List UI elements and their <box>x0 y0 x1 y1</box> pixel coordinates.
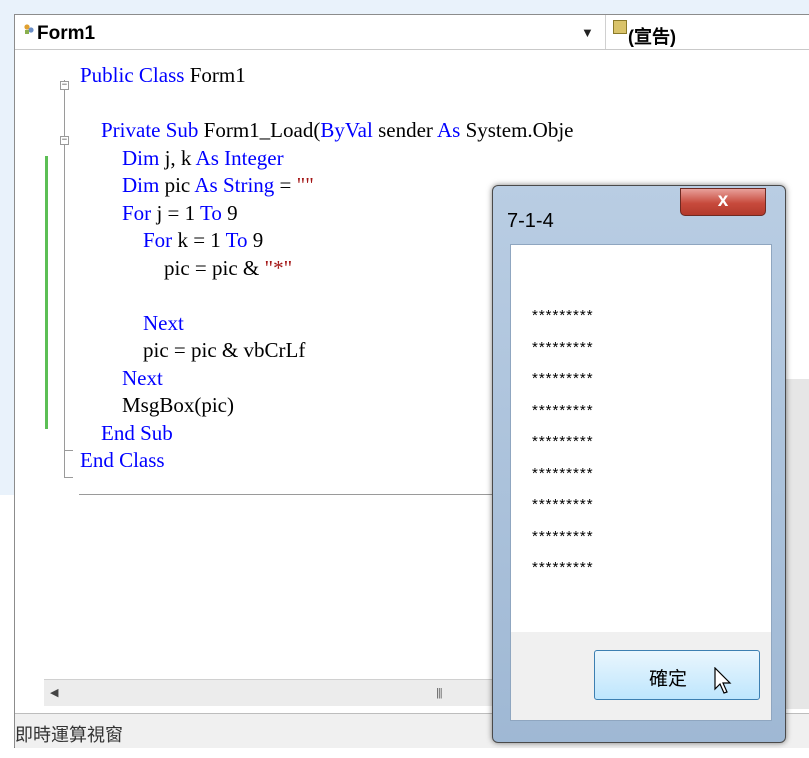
navigation-bar: Form1 ▼ (宣告) <box>15 15 809 50</box>
scroll-left-icon[interactable]: ◀ <box>50 686 58 699</box>
code-token: MsgBox(pic) <box>122 393 234 417</box>
code-line[interactable]: Next <box>80 310 184 338</box>
code-keyword: Next <box>122 365 163 390</box>
code-token: = <box>274 173 297 197</box>
declarations-icon <box>613 20 627 34</box>
code-line[interactable]: For j = 1 To 9 <box>80 200 238 228</box>
code-token: pic <box>159 173 195 197</box>
code-keyword: ByVal <box>320 118 373 142</box>
code-token: System.Obje <box>460 118 574 142</box>
ok-button-label: 確定 <box>649 669 688 690</box>
code-keyword: Integer <box>224 145 284 170</box>
message-box-dialog: 7-1-4 x ********* ********* ********* *****… <box>492 185 786 743</box>
code-token: j, k <box>159 145 196 170</box>
changed-lines-indicator <box>45 156 48 429</box>
code-token: 9 <box>247 228 264 252</box>
code-token: Form1_Load( <box>203 118 321 142</box>
message-line: ********* <box>532 433 594 450</box>
code-keyword: End <box>101 420 141 445</box>
code-keyword: Class <box>119 448 165 472</box>
code-token: j = 1 <box>151 200 200 225</box>
message-line: ********* <box>532 370 594 387</box>
code-keyword: For <box>122 200 152 225</box>
method-name-dropdown[interactable]: (宣告) <box>613 15 809 49</box>
message-line: ********* <box>532 338 594 356</box>
code-keyword: String <box>222 173 275 197</box>
code-line[interactable]: Dim pic As String = "" <box>80 172 314 200</box>
code-token: sender <box>372 118 437 142</box>
code-keyword: To <box>225 228 248 252</box>
horizontal-scrollbar[interactable]: ◀ ||| <box>44 679 494 706</box>
code-token: pic = pic & vbCrLf <box>143 338 306 362</box>
code-keyword: End <box>80 448 120 472</box>
code-token: pic = pic & <box>164 255 265 280</box>
code-line[interactable]: pic = pic & vbCrLf <box>80 337 305 365</box>
code-keyword: Next <box>143 310 184 335</box>
outline-end-sub <box>64 450 73 451</box>
scroll-thumb-grip-icon[interactable]: ||| <box>436 687 443 699</box>
mouse-cursor-icon <box>714 667 732 694</box>
immediate-window-title: 即時運算視窗 <box>15 725 123 745</box>
message-line: ********* <box>532 496 594 513</box>
chevron-down-icon[interactable]: ▼ <box>581 25 594 40</box>
code-line[interactable]: Private Sub Form1_Load(ByVal sender As S… <box>80 117 574 145</box>
code-line[interactable]: End Class <box>80 447 165 475</box>
code-keyword: For <box>143 228 173 252</box>
code-line[interactable]: End Sub <box>80 420 173 448</box>
dialog-title: 7-1-4 <box>507 210 554 232</box>
message-line: ********* <box>532 464 594 482</box>
code-line[interactable]: For k = 1 To 9 <box>80 227 263 255</box>
class-name-value: Form1 <box>37 23 96 44</box>
code-token: k = 1 <box>172 228 226 252</box>
code-keyword: Dim <box>122 173 160 197</box>
code-line[interactable]: MsgBox(pic) <box>80 392 234 420</box>
code-keyword: As <box>436 118 461 142</box>
dialog-message-area: ********* ********* ********* ********* ****… <box>510 244 772 633</box>
message-line: ********* <box>532 401 594 419</box>
code-keyword: As <box>194 173 218 197</box>
ok-button[interactable]: 確定 <box>594 650 760 700</box>
form-class-icon <box>24 24 34 34</box>
code-keyword: Class <box>138 63 190 87</box>
outline-end-class <box>64 477 73 478</box>
collapse-sub-icon[interactable]: − <box>60 136 69 145</box>
code-keyword: Dim <box>122 145 160 170</box>
code-keyword: Sub <box>140 420 173 445</box>
code-line[interactable]: Next <box>80 365 163 393</box>
message-line: ********* <box>532 527 594 545</box>
code-token: Form1 <box>189 63 246 87</box>
code-line[interactable]: Dim j, k As Integer <box>80 145 284 173</box>
close-button[interactable]: x <box>680 188 766 216</box>
collapse-class-icon[interactable]: − <box>60 81 69 90</box>
code-keyword: Sub <box>165 118 204 142</box>
code-line[interactable]: Public Class Form1 <box>80 62 246 90</box>
code-token: 9 <box>221 200 238 225</box>
code-string: "" <box>296 173 314 197</box>
background-top <box>0 0 809 14</box>
code-string: "*" <box>264 255 293 280</box>
message-line: ********* <box>532 307 594 324</box>
code-keyword: Private <box>101 118 166 142</box>
code-line[interactable]: pic = pic & "*" <box>80 255 292 283</box>
message-line: ********* <box>532 559 594 576</box>
class-name-dropdown[interactable]: Form1 ▼ <box>15 15 606 49</box>
method-name-value: (宣告) <box>628 27 676 47</box>
code-keyword: As <box>195 145 219 170</box>
vertical-scrollbar[interactable] <box>785 379 809 709</box>
dialog-message: ********* ********* ********* ********* ****… <box>532 300 594 584</box>
code-keyword: Public <box>80 63 139 87</box>
code-keyword: To <box>200 200 222 225</box>
